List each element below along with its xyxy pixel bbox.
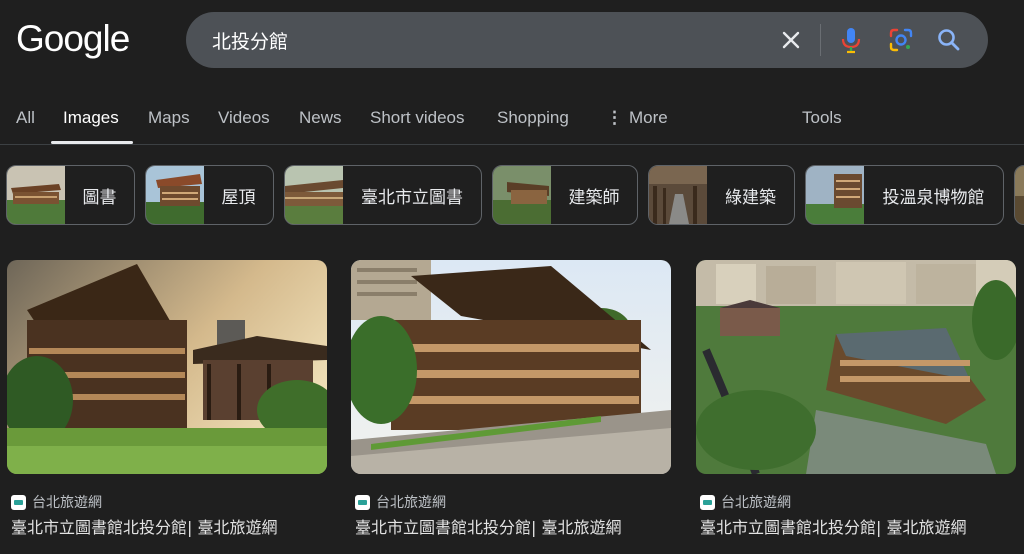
chip-label: 建築師: [568, 187, 620, 208]
search-icon[interactable]: [935, 26, 963, 54]
suggestion-chip[interactable]: 屋頂: [145, 165, 274, 225]
chip-label: 圖書: [82, 187, 117, 208]
tab-maps[interactable]: Maps: [148, 108, 190, 128]
tab-short-videos[interactable]: Short videos: [370, 108, 465, 128]
tab-more-label: More: [629, 108, 668, 127]
image-result: 台北旅遊網 臺北市立圖書館北投分館| 臺北旅遊網: [696, 260, 1020, 537]
chip-thumbnail: [7, 166, 65, 224]
search-bar[interactable]: 北投分館: [186, 12, 988, 68]
more-vertical-icon: ⋮: [606, 108, 623, 127]
result-title[interactable]: 臺北市立圖書館北投分館| 臺北旅遊網: [355, 514, 621, 538]
result-source-name: 台北旅遊網: [32, 495, 102, 511]
clear-icon[interactable]: [777, 26, 805, 54]
chip-label: 屋頂: [221, 187, 256, 208]
image-result: 台北旅遊網 臺北市立圖書館北投分館| 臺北旅遊網: [345, 260, 671, 537]
result-source-name: 台北旅遊網: [376, 495, 446, 511]
suggestion-chip[interactable]: 綠建築: [648, 165, 795, 225]
tab-more[interactable]: ⋮ More: [606, 108, 668, 128]
chip-thumbnail: [285, 166, 343, 224]
search-divider: [820, 24, 821, 56]
result-image[interactable]: [1, 260, 337, 474]
chip-thumbnail: [1015, 166, 1024, 224]
image-result: 台北旅遊網 臺北市立圖書館北投分館| 臺北旅遊網: [1, 260, 337, 537]
result-source[interactable]: 台北旅遊網: [700, 492, 791, 512]
chip-label: 綠建築: [725, 187, 776, 208]
site-favicon-icon: [355, 494, 370, 510]
tabs-divider: [0, 144, 1024, 145]
google-images-results-page: Google 北投分館 All Images Maps Videos News …: [0, 0, 1024, 554]
google-logo[interactable]: Google: [16, 18, 130, 60]
suggestion-chip[interactable]: 圖書: [6, 165, 135, 225]
tab-shopping[interactable]: Shopping: [497, 108, 569, 128]
result-source-name: 台北旅遊網: [721, 495, 791, 511]
site-favicon-icon: [11, 494, 26, 510]
search-input[interactable]: 北投分館: [212, 27, 288, 54]
chip-label: 臺北市立圖書: [361, 187, 463, 208]
chip-thumbnail: [493, 166, 551, 224]
suggestion-chip[interactable]: 臺北市立圖書: [284, 165, 482, 225]
google-lens-icon[interactable]: [887, 26, 915, 54]
tab-news[interactable]: News: [299, 108, 342, 128]
suggestion-chip-partial[interactable]: [1014, 165, 1024, 225]
result-image[interactable]: [345, 260, 671, 474]
result-image[interactable]: [696, 260, 1020, 476]
result-source[interactable]: 台北旅遊網: [355, 492, 446, 512]
suggestion-chip[interactable]: 投溫泉博物館: [805, 165, 1004, 225]
tools-button[interactable]: Tools: [802, 108, 842, 128]
microphone-icon[interactable]: [837, 26, 865, 54]
tab-images[interactable]: Images: [63, 108, 119, 128]
chip-label: 投溫泉博物館: [882, 187, 985, 208]
result-title[interactable]: 臺北市立圖書館北投分館| 臺北旅遊網: [11, 514, 277, 538]
chip-thumbnail: [806, 166, 864, 224]
search-tabs: All Images Maps Videos News Short videos…: [0, 100, 1024, 144]
chip-thumbnail: [146, 166, 204, 224]
tab-videos[interactable]: Videos: [218, 108, 270, 128]
site-favicon-icon: [700, 494, 715, 510]
chip-thumbnail: [649, 166, 707, 224]
suggestion-chip[interactable]: 建築師: [492, 165, 638, 225]
tab-all[interactable]: All: [16, 108, 35, 128]
result-source[interactable]: 台北旅遊網: [11, 492, 102, 512]
result-title[interactable]: 臺北市立圖書館北投分館| 臺北旅遊網: [700, 514, 966, 538]
